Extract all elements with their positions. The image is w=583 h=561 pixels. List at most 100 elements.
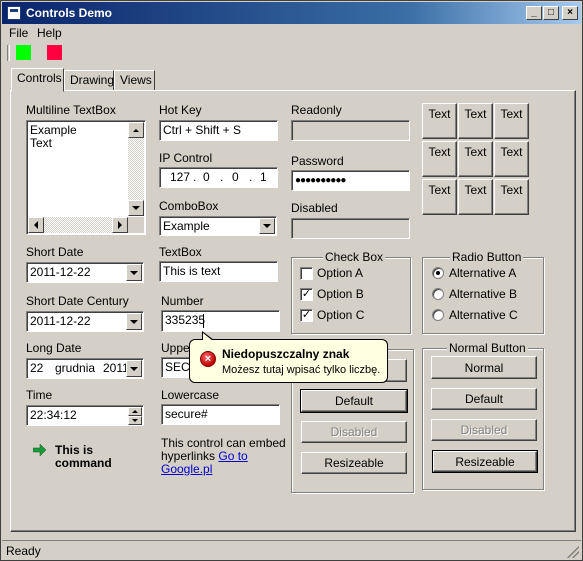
combobox-dropdown-button[interactable] <box>259 218 275 234</box>
title-bar[interactable]: Controls Demo _ □ × <box>2 2 581 24</box>
resize-grip-icon[interactable] <box>567 546 579 558</box>
normal-button-label: Normal <box>464 360 504 375</box>
password-field[interactable]: ●●●●●●●●●● <box>291 170 410 191</box>
radio-alternative-a[interactable] <box>432 267 444 279</box>
combobox[interactable]: Example <box>159 216 277 236</box>
toolbar-grip[interactable] <box>7 45 10 61</box>
tab-views[interactable]: Views <box>114 70 155 91</box>
textbox[interactable]: This is text <box>159 261 278 282</box>
grid-text-button[interactable]: Text <box>494 141 529 177</box>
short-date-century-dropdown-button[interactable] <box>126 313 142 330</box>
scroll-left-icon <box>34 221 38 229</box>
combobox-label: ComboBox <box>159 199 219 213</box>
time-spin-down[interactable] <box>128 416 142 425</box>
radio-alternative-c[interactable] <box>432 309 444 321</box>
flat-disabled-button-label: Disabled <box>330 425 378 439</box>
radio-alternative-b-label[interactable]: Alternative B <box>449 287 517 301</box>
hotkey-field[interactable]: Ctrl + Shift + S <box>159 120 278 141</box>
scroll-up-button[interactable] <box>128 122 144 138</box>
green-square-button[interactable] <box>16 45 31 60</box>
flat-resizeable-button[interactable]: Resizeable <box>301 452 407 474</box>
checkbox-option-b[interactable]: ✓ <box>300 288 313 301</box>
time-spin-up[interactable] <box>128 407 142 416</box>
red-square-button[interactable] <box>47 45 62 60</box>
google-link-part-2[interactable]: Google.pl <box>161 462 212 476</box>
readonly-field[interactable] <box>291 120 410 141</box>
tab-drawing-label: Drawing <box>70 73 115 87</box>
long-date-year: 2011 <box>103 361 129 375</box>
normal-button-group-title: Normal Button <box>447 341 528 355</box>
hyperlink-text: This control can embed hyperlinks Go to … <box>161 437 286 476</box>
short-date-label: Short Date <box>26 245 84 259</box>
radio-alternative-c-label[interactable]: Alternative C <box>449 308 518 322</box>
grid-text-button[interactable]: Text <box>422 141 457 177</box>
checkbox-option-c[interactable]: ✓ <box>300 309 313 322</box>
scroll-down-button[interactable] <box>128 200 144 216</box>
long-date-label: Long Date <box>26 341 82 355</box>
grid-text-button[interactable]: Text <box>422 103 457 139</box>
long-date-dropdown-button[interactable] <box>126 360 142 377</box>
number-field[interactable]: 335235 <box>161 310 280 332</box>
grid-text-button[interactable]: Text <box>458 179 493 215</box>
ip-dot-1: . <box>193 170 197 184</box>
error-icon: × <box>200 351 216 367</box>
scroll-left-button[interactable] <box>28 217 44 233</box>
tab-controls[interactable]: Controls <box>11 68 64 92</box>
short-date-dropdown-button[interactable] <box>126 264 142 281</box>
checkbox-group-title: Check Box <box>323 250 386 264</box>
google-link-part-1[interactable]: Go to <box>218 449 247 463</box>
hyperlink-text-prefix: hyperlinks <box>161 449 219 463</box>
short-date-value: 2011-12-22 <box>30 265 91 279</box>
radio-alternative-a-label[interactable]: Alternative A <box>449 266 516 280</box>
password-label: Password <box>291 154 344 168</box>
ip-octet-4: 1 <box>260 170 267 184</box>
ip-octet-1: 127 <box>170 170 191 184</box>
grid-text-button[interactable]: Text <box>494 103 529 139</box>
minimize-icon: _ <box>531 7 537 18</box>
toolbar <box>2 42 581 64</box>
ip-address-field[interactable]: 127 . 0 . 0 . 1 <box>159 167 278 188</box>
ip-dot-2: . <box>220 170 224 184</box>
flat-resizeable-button-label: Resizeable <box>324 456 384 470</box>
number-value: 335235 <box>165 313 206 327</box>
tab-controls-label: Controls <box>17 71 62 85</box>
resizeable-button[interactable]: Resizeable <box>432 450 538 473</box>
checkbox-option-a-label[interactable]: Option A <box>317 266 363 280</box>
radio-alternative-b[interactable] <box>432 288 444 300</box>
resizeable-button-label: Resizeable <box>455 454 515 469</box>
short-date-picker[interactable]: 2011-12-22 <box>26 262 144 283</box>
multiline-line-2: Text <box>30 136 53 150</box>
ip-label: IP Control <box>159 151 213 165</box>
flat-default-button[interactable]: Default <box>300 389 408 413</box>
menu-file[interactable]: File <box>9 26 28 40</box>
multiline-label: Multiline TextBox <box>26 103 116 117</box>
grid-text-button[interactable]: Text <box>458 141 493 177</box>
minimize-button[interactable]: _ <box>526 6 542 20</box>
default-button[interactable]: Default <box>431 388 537 410</box>
menu-help[interactable]: Help <box>37 26 62 40</box>
time-picker[interactable]: 22:34:12 <box>26 405 144 426</box>
multiline-textbox[interactable]: Example Text <box>26 120 146 235</box>
tab-drawing[interactable]: Drawing <box>64 70 114 91</box>
lowercase-field[interactable]: secure# <box>161 404 280 425</box>
main-window: Controls Demo _ □ × File Help Controls D… <box>0 0 583 561</box>
readonly-label: Readonly <box>291 103 342 117</box>
chevron-down-icon <box>130 270 138 275</box>
short-date-century-value: 2011-12-22 <box>30 314 91 328</box>
command-line-2: command <box>55 456 112 470</box>
maximize-button[interactable]: □ <box>543 6 559 20</box>
grid-text-button[interactable]: Text <box>494 179 529 215</box>
grid-text-button[interactable]: Text <box>458 103 493 139</box>
tooltip-tail-inner <box>203 333 213 341</box>
time-value: 22:34:12 <box>30 408 77 422</box>
grid-text-button[interactable]: Text <box>422 179 457 215</box>
scroll-up-icon <box>133 128 139 132</box>
short-date-century-picker[interactable]: 2011-12-22 <box>26 311 144 332</box>
normal-button[interactable]: Normal <box>431 356 537 379</box>
long-date-picker[interactable]: 22 grudnia 2011 <box>26 358 144 379</box>
close-button[interactable]: × <box>562 6 578 20</box>
checkbox-option-a[interactable] <box>300 267 313 280</box>
checkbox-option-b-label[interactable]: Option B <box>317 287 364 301</box>
scroll-right-button[interactable] <box>112 217 128 233</box>
checkbox-option-c-label[interactable]: Option C <box>317 308 364 322</box>
